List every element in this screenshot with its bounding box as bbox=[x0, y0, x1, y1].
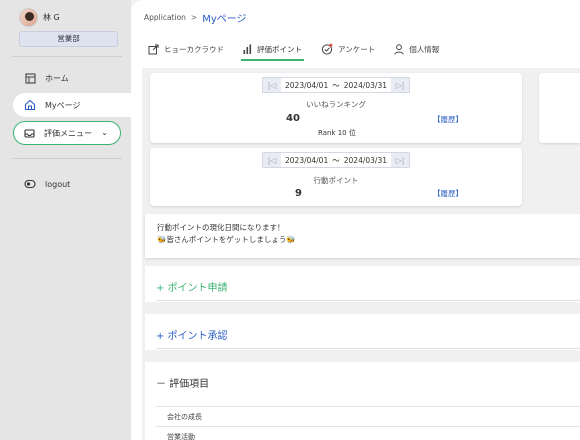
user-info: 林 G bbox=[19, 8, 60, 27]
card-value: 40 bbox=[286, 113, 300, 124]
bar-chart-icon bbox=[243, 44, 252, 54]
date-range[interactable]: 2023/04/01 ～ 2024/03/31 bbox=[281, 153, 391, 167]
rank-text: Rank 10 位 bbox=[318, 129, 356, 137]
breadcrumb: Application > Myページ bbox=[144, 10, 247, 25]
home-icon bbox=[23, 71, 37, 85]
sidebar-item-label: ホーム bbox=[45, 73, 69, 83]
prev-period-icon[interactable]: |◁ bbox=[263, 153, 281, 167]
divider bbox=[156, 348, 580, 349]
history-link[interactable]: 【履歴】 bbox=[433, 114, 463, 125]
breadcrumb-separator: > bbox=[190, 13, 198, 22]
date-range-selector: |◁ 2023/04/01 ～ 2024/03/31 ▷| bbox=[262, 77, 410, 93]
survey-icon bbox=[321, 43, 333, 55]
sidebar-item-home[interactable]: ホーム bbox=[13, 66, 131, 90]
sidebar: 林 G 営業部 ホーム Myページ 評価メニュー ⌄ logout bbox=[0, 0, 131, 440]
notice-panel: 行動ポイントの現化日間になります！ 🐝皆さんポイントをゲットしましょう🐝 bbox=[145, 214, 580, 258]
tab-hyoka-cloud[interactable]: ヒョーカクラウド bbox=[148, 39, 224, 59]
eval-items-toggle[interactable]: － 評価項目 bbox=[156, 375, 209, 390]
date-range-selector: |◁ 2023/04/01 ～ 2024/03/31 ▷| bbox=[262, 152, 410, 168]
divider bbox=[12, 56, 122, 57]
eval-items-section: － 評価項目 会社の成長 営業活動 bbox=[145, 362, 580, 440]
avatar[interactable] bbox=[19, 8, 38, 27]
tilde: ～ bbox=[332, 155, 340, 165]
house-icon bbox=[23, 98, 37, 112]
tab-label: アンケート bbox=[338, 44, 376, 54]
points-card: |◁ 2023/04/01 ～ 2024/03/31 ▷| 行動ポイント 9 【… bbox=[150, 148, 522, 206]
date-from: 2023/04/01 bbox=[285, 155, 329, 165]
logout-icon bbox=[23, 177, 37, 191]
chevron-down-icon: ⌄ bbox=[101, 128, 108, 137]
notice-text: 行動ポイントの現化日間になります！ 🐝皆さんポイントをゲットしましょう🐝 bbox=[157, 222, 296, 246]
main-panel: Application > Myページ ヒョーカクラウド 評価ポイント アンケー… bbox=[131, 0, 580, 440]
prev-period-icon[interactable]: |◁ bbox=[263, 78, 281, 92]
point-approve-section: + ポイント承認 bbox=[145, 314, 580, 350]
date-from: 2023/04/01 bbox=[285, 80, 329, 90]
sidebar-item-eval-menu[interactable]: 評価メニュー ⌄ bbox=[13, 121, 121, 145]
department-badge: 営業部 bbox=[19, 31, 118, 47]
point-apply-section: + ポイント申請 bbox=[145, 266, 580, 302]
history-link[interactable]: 【履歴】 bbox=[433, 188, 463, 199]
card-label: 行動ポイント bbox=[313, 176, 359, 185]
date-to: 2024/03/31 bbox=[343, 155, 387, 165]
eval-item: 会社の成長 bbox=[167, 413, 202, 421]
person-icon bbox=[394, 43, 404, 55]
point-apply-toggle[interactable]: + ポイント申請 bbox=[156, 279, 228, 294]
point-approve-toggle[interactable]: + ポイント承認 bbox=[156, 327, 228, 342]
date-to: 2024/03/31 bbox=[343, 80, 387, 90]
divider bbox=[12, 158, 122, 159]
sidebar-item-label: logout bbox=[45, 179, 71, 189]
content-area: |◁ 2023/04/01 ～ 2024/03/31 ▷| いいねランキング 4… bbox=[142, 68, 580, 440]
divider bbox=[156, 426, 580, 427]
ranking-card: |◁ 2023/04/01 ～ 2024/03/31 ▷| いいねランキング 4… bbox=[150, 73, 522, 143]
sidebar-item-mypage[interactable]: Myページ bbox=[13, 93, 131, 117]
notice-line: 🐝皆さんポイントをゲットしましょう🐝 bbox=[157, 235, 296, 244]
tab-label: 個人情報 bbox=[409, 44, 440, 54]
sidebar-item-label: Myページ bbox=[45, 100, 81, 110]
external-link-icon bbox=[148, 44, 159, 55]
sidebar-item-label: 評価メニュー bbox=[44, 128, 92, 138]
next-period-icon[interactable]: ▷| bbox=[391, 153, 409, 167]
sidebar-item-logout[interactable]: logout bbox=[13, 172, 131, 196]
tilde: ～ bbox=[332, 80, 340, 90]
next-period-icon[interactable]: ▷| bbox=[391, 78, 409, 92]
user-name: 林 G bbox=[43, 13, 60, 22]
card-label: いいねランキング bbox=[306, 100, 366, 109]
tab-bar: ヒョーカクラウド 評価ポイント アンケート 個人情報 bbox=[148, 39, 458, 61]
divider bbox=[156, 406, 580, 407]
tab-label: ヒョーカクラウド bbox=[164, 44, 224, 54]
side-card bbox=[539, 73, 580, 143]
tab-label: 評価ポイント bbox=[257, 44, 302, 54]
inbox-icon bbox=[22, 126, 36, 140]
tab-personal-info[interactable]: 個人情報 bbox=[394, 39, 439, 59]
page-title: Myページ bbox=[202, 14, 247, 25]
eval-item: 営業活動 bbox=[167, 433, 195, 440]
tab-survey[interactable]: アンケート bbox=[321, 39, 375, 59]
card-value: 9 bbox=[295, 188, 302, 199]
notice-line: 行動ポイントの現化日間になります！ bbox=[157, 223, 285, 232]
date-range[interactable]: 2023/04/01 ～ 2024/03/31 bbox=[281, 78, 391, 92]
tab-eval-points[interactable]: 評価ポイント bbox=[241, 39, 304, 61]
breadcrumb-root[interactable]: Application bbox=[144, 13, 186, 22]
divider bbox=[156, 300, 580, 301]
